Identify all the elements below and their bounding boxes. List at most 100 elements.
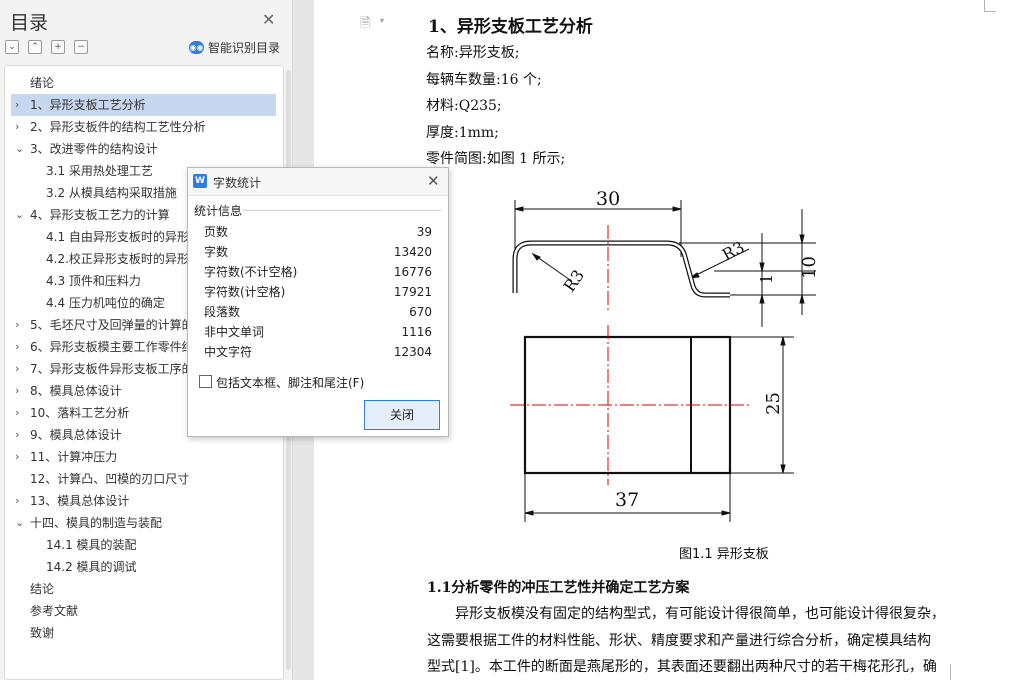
toc-item[interactable]: ⌄ 3、改进零件的结构设计 (5, 138, 283, 160)
toc-item[interactable]: › 2、异形支板件的结构工艺性分析 (5, 116, 283, 138)
info-line: 零件简图:如图 1 所示; (426, 151, 566, 167)
stat-row: 字数 13420 (188, 242, 448, 262)
toc-item-label: 4.3 顶件和压料力 (46, 274, 141, 288)
paragraph-line: 这需要根据工件的材料性能、形状、精度要求和产量进行综合分析，确定模具结构 (427, 633, 931, 649)
toc-item-label: 参考文献 (30, 604, 79, 618)
chevron-right-icon[interactable]: › (15, 402, 25, 424)
toc-item-label: 4.2.校正异形支板时的异形支 (46, 252, 201, 266)
close-icon[interactable]: ✕ (262, 10, 275, 29)
chevron-down-icon[interactable]: ⌄ (15, 512, 25, 534)
include-footnotes-checkbox[interactable] (199, 375, 212, 388)
chevron-down-icon[interactable]: ▾ (380, 16, 384, 25)
toc-item[interactable]: ⌄ 十四、模具的制造与装配 (5, 512, 283, 534)
stat-label: 非中文单词 (204, 325, 265, 339)
toc-item[interactable]: 14.2 模具的调试 (5, 556, 283, 578)
toc-item-label: 1、异形支板工艺分析 (30, 98, 146, 112)
chevron-right-icon[interactable]: › (15, 424, 25, 446)
toc-item-label: 10、落料工艺分析 (30, 406, 130, 420)
stat-label: 中文字符 (204, 345, 253, 359)
chevron-down-icon[interactable]: ⌄ (15, 138, 25, 160)
stat-row: 段落数 670 (188, 302, 448, 322)
stat-row: 非中文单词 1116 (188, 322, 448, 342)
dim-label: 1 (757, 274, 776, 284)
toc-item-label: 4、异形支板工艺力的计算 (30, 208, 170, 222)
dim-label: 37 (615, 489, 639, 511)
chevron-right-icon[interactable]: › (15, 314, 25, 336)
toc-item[interactable]: 参考文献 (5, 600, 283, 622)
stat-value: 39 (416, 225, 432, 239)
smart-toc-label: 智能识别目录 (208, 41, 281, 55)
toc-item-label: 4.1 自由异形支板时的异形支 (46, 230, 201, 244)
toc-item-label: 绪论 (30, 76, 55, 90)
page-corner-mark (950, 664, 962, 680)
toc-item[interactable]: 结论 (5, 578, 283, 600)
stat-label: 段落数 (204, 305, 241, 319)
stats-list: 页数 39 字数 13420 字符数(不计空格) 16776 字符数(计空格) 17921 段落… (188, 222, 448, 362)
chevron-right-icon[interactable]: › (15, 446, 25, 468)
dim-label: R3 (719, 237, 748, 264)
toc-item-label: 3.2 从模具结构采取措施 (46, 186, 177, 200)
dialog-title: 字数统计 (213, 176, 262, 190)
dim-label: 25 (763, 392, 784, 415)
chevron-right-icon[interactable]: › (15, 336, 25, 358)
chevron-right-icon[interactable]: › (15, 358, 25, 380)
expand-all-icon[interactable]: ⌃ (28, 40, 42, 54)
chevron-right-icon[interactable]: › (15, 490, 25, 512)
page-icon[interactable]: 🗎 (360, 14, 370, 36)
chevron-right-icon[interactable]: › (15, 94, 25, 116)
toc-item-label: 14.1 模具的装配 (46, 538, 137, 552)
chevron-down-icon[interactable]: ⌄ (15, 204, 25, 226)
collapse-all-icon[interactable]: ⌄ (5, 40, 19, 54)
toc-item-label: 2、异形支板件的结构工艺性分析 (30, 120, 206, 134)
toc-title: 目录 (10, 12, 49, 34)
toc-item-label: 致谢 (30, 626, 55, 640)
stat-row: 页数 39 (188, 222, 448, 242)
stat-value: 17921 (393, 285, 432, 299)
stat-label: 字符数(不计空格) (204, 265, 298, 279)
chevron-right-icon[interactable]: › (15, 116, 25, 138)
promote-icon[interactable]: + (51, 40, 65, 54)
toc-item-label: 9、模具总体设计 (30, 428, 122, 442)
demote-icon[interactable]: − (74, 40, 88, 54)
stat-row: 字符数(计空格) 17921 (188, 282, 448, 302)
info-line: 厚度:1mm; (426, 125, 499, 141)
toc-item[interactable]: 12、计算凸、凹模的刃口尺寸 (5, 468, 283, 490)
toc-item-label: 5、毛坯尺寸及回弹量的计算的 (30, 318, 194, 332)
section-heading: 1、异形支板工艺分析 (428, 17, 593, 37)
toc-item-label: 13、模具总体设计 (30, 494, 130, 508)
toc-item-label: 12、计算凸、凹模的刃口尺寸 (30, 472, 190, 486)
info-line: 名称:异形支板; (426, 45, 520, 61)
stat-label: 字符数(计空格) (204, 285, 286, 299)
dialog-titlebar[interactable]: W 字数统计 ✕ (188, 168, 448, 196)
smart-toc-button[interactable]: ◉◉ 智能识别目录 (189, 39, 280, 56)
toc-item-label: 十四、模具的制造与装配 (30, 516, 163, 530)
toc-item[interactable]: › 1、异形支板工艺分析 (5, 94, 283, 116)
info-line: 每辆车数量:16 个; (426, 72, 542, 88)
toc-item-label: 结论 (30, 582, 55, 596)
toc-item-label: 7、异形支板件异形支板工序的 (30, 362, 194, 376)
toc-item-label: 4.4 压力机吨位的确定 (46, 296, 165, 310)
toc-item[interactable]: › 11、计算冲压力 (5, 446, 283, 468)
toc-item[interactable]: 14.1 模具的装配 (5, 534, 283, 556)
checkbox-label: 包括文本框、脚注和尾注(F) (216, 376, 365, 390)
figure-caption: 图1.1 异形支板 (679, 547, 769, 562)
toc-item[interactable]: › 13、模具总体设计 (5, 490, 283, 512)
toc-item-label: 8、模具总体设计 (30, 384, 122, 398)
stats-section-label: 统计信息 (194, 204, 243, 218)
close-icon[interactable]: ✕ (427, 172, 440, 190)
part-drawing: 30 R3 R3 1 10 25 37 (510, 188, 820, 522)
stat-value: 670 (409, 305, 432, 319)
smart-toc-icon: ◉◉ (189, 41, 204, 54)
chevron-right-icon[interactable]: › (15, 380, 25, 402)
info-line: 材料:Q235; (426, 98, 502, 114)
stat-row: 字符数(不计空格) 16776 (188, 262, 448, 282)
wps-logo-icon: W (193, 174, 207, 188)
toc-toolbar: ⌄ ⌃ + − (5, 40, 88, 54)
toc-item[interactable]: 绪论 (5, 72, 283, 94)
paragraph-line: 型式[1]。本工件的断面是燕尾形的，其表面还要翻出两种尺寸的若干梅花形孔，确 (427, 659, 937, 675)
toc-item[interactable]: 致谢 (5, 622, 283, 644)
stat-label: 页数 (204, 225, 229, 239)
close-button[interactable]: 关闭 (364, 400, 440, 430)
toc-item-label: 6、异形支板模主要工作零件结 (30, 340, 194, 354)
toc-item-label: 3、改进零件的结构设计 (30, 142, 158, 156)
